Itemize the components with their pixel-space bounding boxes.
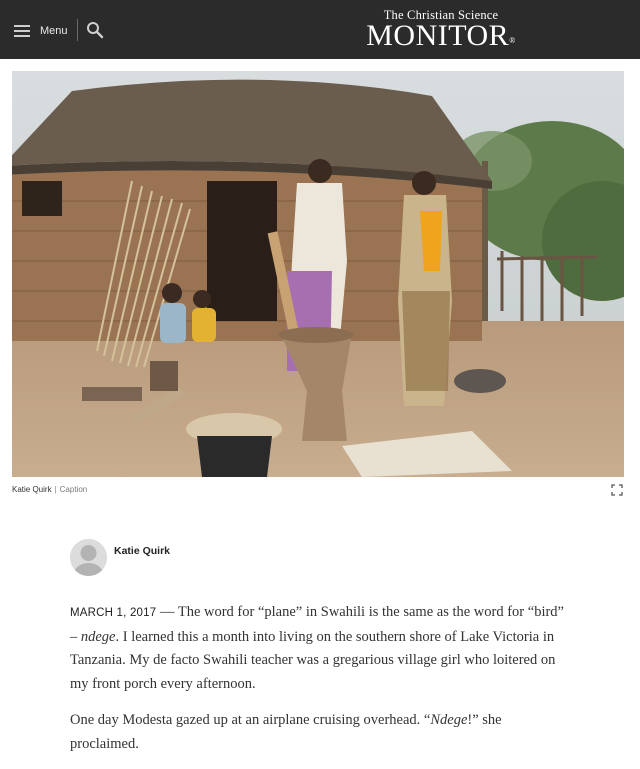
nav-divider bbox=[77, 19, 78, 41]
photo-credit: Katie Quirk | Caption bbox=[12, 485, 87, 494]
paragraph-1: MARCH 1, 2017 — The word for “plane” in … bbox=[70, 601, 570, 696]
emphasis-ndege-2: Ndege bbox=[430, 712, 468, 728]
dateline-dash: — bbox=[156, 604, 178, 620]
site-logo[interactable]: The Christian Science MONITOR® bbox=[360, 8, 522, 52]
lead-photo bbox=[12, 71, 624, 477]
hamburger-icon bbox=[14, 25, 30, 37]
avatar-placeholder-icon bbox=[70, 539, 107, 576]
photo-credit-name: Katie Quirk bbox=[12, 485, 52, 494]
paragraph-1-text-b: . I learned this a month into living on … bbox=[70, 628, 556, 692]
credit-separator: | bbox=[54, 485, 57, 494]
menu-button[interactable]: Menu bbox=[14, 19, 68, 43]
caption-link[interactable]: Caption bbox=[60, 485, 88, 494]
article-body: MARCH 1, 2017 — The word for “plane” in … bbox=[70, 601, 570, 769]
author-name[interactable]: Katie Quirk bbox=[114, 545, 170, 557]
dateline: MARCH 1, 2017 bbox=[70, 607, 157, 619]
expand-icon[interactable] bbox=[611, 484, 623, 496]
menu-label: Menu bbox=[40, 25, 68, 37]
author-avatar[interactable] bbox=[70, 539, 107, 576]
emphasis-ndege: ndege bbox=[80, 628, 116, 645]
paragraph-2-text-a: One day Modesta gazed up at an airplane … bbox=[70, 712, 431, 728]
search-icon[interactable] bbox=[86, 21, 104, 39]
top-navigation-bar: Menu The Christian Science MONITOR® bbox=[0, 0, 640, 59]
paragraph-2: One day Modesta gazed up at an airplane … bbox=[70, 709, 570, 756]
logo-wordmark: MONITOR® bbox=[366, 19, 516, 52]
